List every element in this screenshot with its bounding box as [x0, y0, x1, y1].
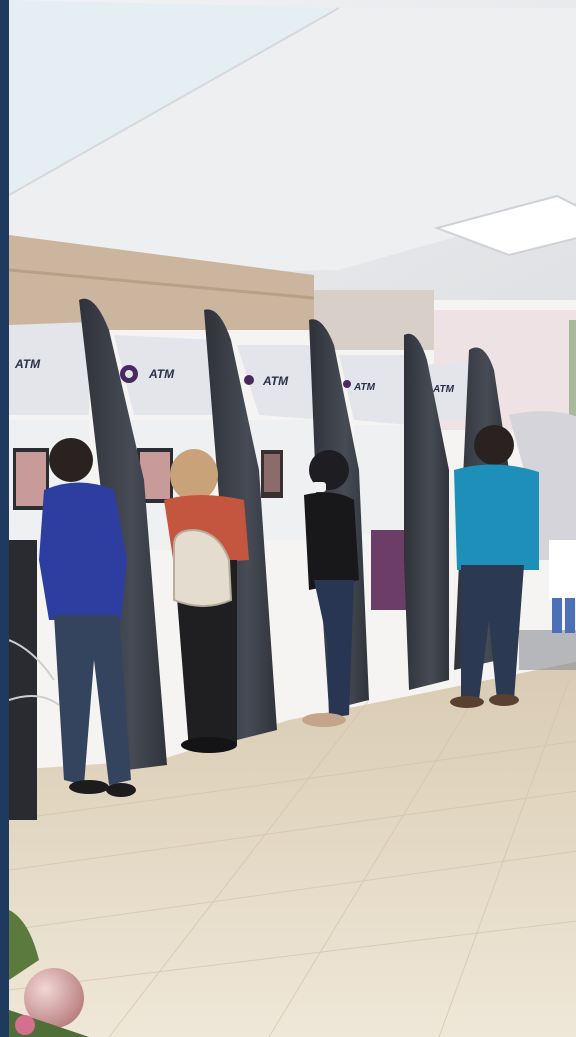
atm-hall-photo: ATM ATM ATM ATM ATM	[9, 0, 576, 1037]
photo-frame: ATM ATM ATM ATM ATM	[0, 0, 576, 1037]
floor	[9, 630, 576, 1037]
kiosk-brand-label: ATM	[353, 382, 376, 393]
kiosk-brand-label: ATM	[432, 384, 455, 395]
kiosk-brand-label: ATM	[148, 367, 175, 381]
kiosk-brand-label: ATM	[262, 374, 289, 388]
kiosk-brand-label: ATM	[14, 357, 41, 371]
